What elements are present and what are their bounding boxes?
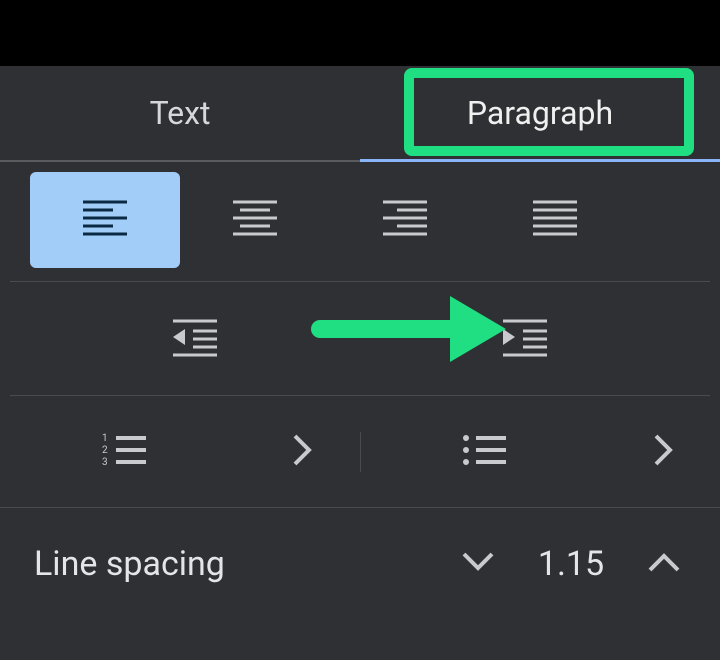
- chevron-down-icon: [462, 552, 494, 576]
- chevron-up-icon: [648, 552, 680, 576]
- indent-row: [10, 282, 710, 396]
- svg-text:3: 3: [102, 457, 108, 468]
- align-right-icon: [383, 198, 427, 242]
- numbered-list-icon: 1 2 3: [102, 432, 146, 472]
- bulleted-list-icon: [462, 432, 506, 472]
- tab-paragraph[interactable]: Paragraph: [360, 66, 720, 160]
- numbered-list-more-button[interactable]: [247, 434, 359, 470]
- align-left-icon: [83, 198, 127, 242]
- line-spacing-row: Line spacing 1.15: [0, 508, 720, 620]
- line-spacing-value: 1.15: [536, 544, 606, 584]
- line-spacing-increase-button[interactable]: [642, 542, 686, 586]
- align-right-button[interactable]: [330, 172, 480, 268]
- align-center-button[interactable]: [180, 172, 330, 268]
- bulleted-list-group: [361, 432, 720, 472]
- decrease-indent-icon: [173, 317, 217, 361]
- increase-indent-button[interactable]: [360, 282, 690, 395]
- format-panel: Text Paragraph: [0, 66, 720, 660]
- tabs: Text Paragraph: [0, 66, 720, 162]
- alignment-row: [10, 162, 710, 282]
- align-justify-icon: [533, 198, 577, 242]
- bulleted-list-more-button[interactable]: [608, 434, 720, 470]
- list-row: 1 2 3: [0, 396, 720, 508]
- align-center-icon: [233, 198, 277, 242]
- window-top-bar: [0, 0, 720, 66]
- line-spacing-decrease-button[interactable]: [456, 542, 500, 586]
- chevron-right-icon: [293, 434, 313, 470]
- svg-text:1: 1: [102, 433, 108, 444]
- tab-text[interactable]: Text: [0, 66, 360, 160]
- align-justify-button[interactable]: [480, 172, 630, 268]
- decrease-indent-button[interactable]: [30, 282, 360, 395]
- svg-text:2: 2: [102, 445, 108, 456]
- numbered-list-button[interactable]: 1 2 3: [0, 432, 247, 472]
- bulleted-list-button[interactable]: [361, 432, 608, 472]
- line-spacing-controls: 1.15: [456, 542, 686, 586]
- chevron-right-icon: [654, 434, 674, 470]
- numbered-list-group: 1 2 3: [0, 432, 361, 472]
- align-left-button[interactable]: [30, 172, 180, 268]
- line-spacing-label: Line spacing: [34, 544, 456, 584]
- increase-indent-icon: [503, 317, 547, 361]
- active-tab-indicator: [360, 159, 720, 162]
